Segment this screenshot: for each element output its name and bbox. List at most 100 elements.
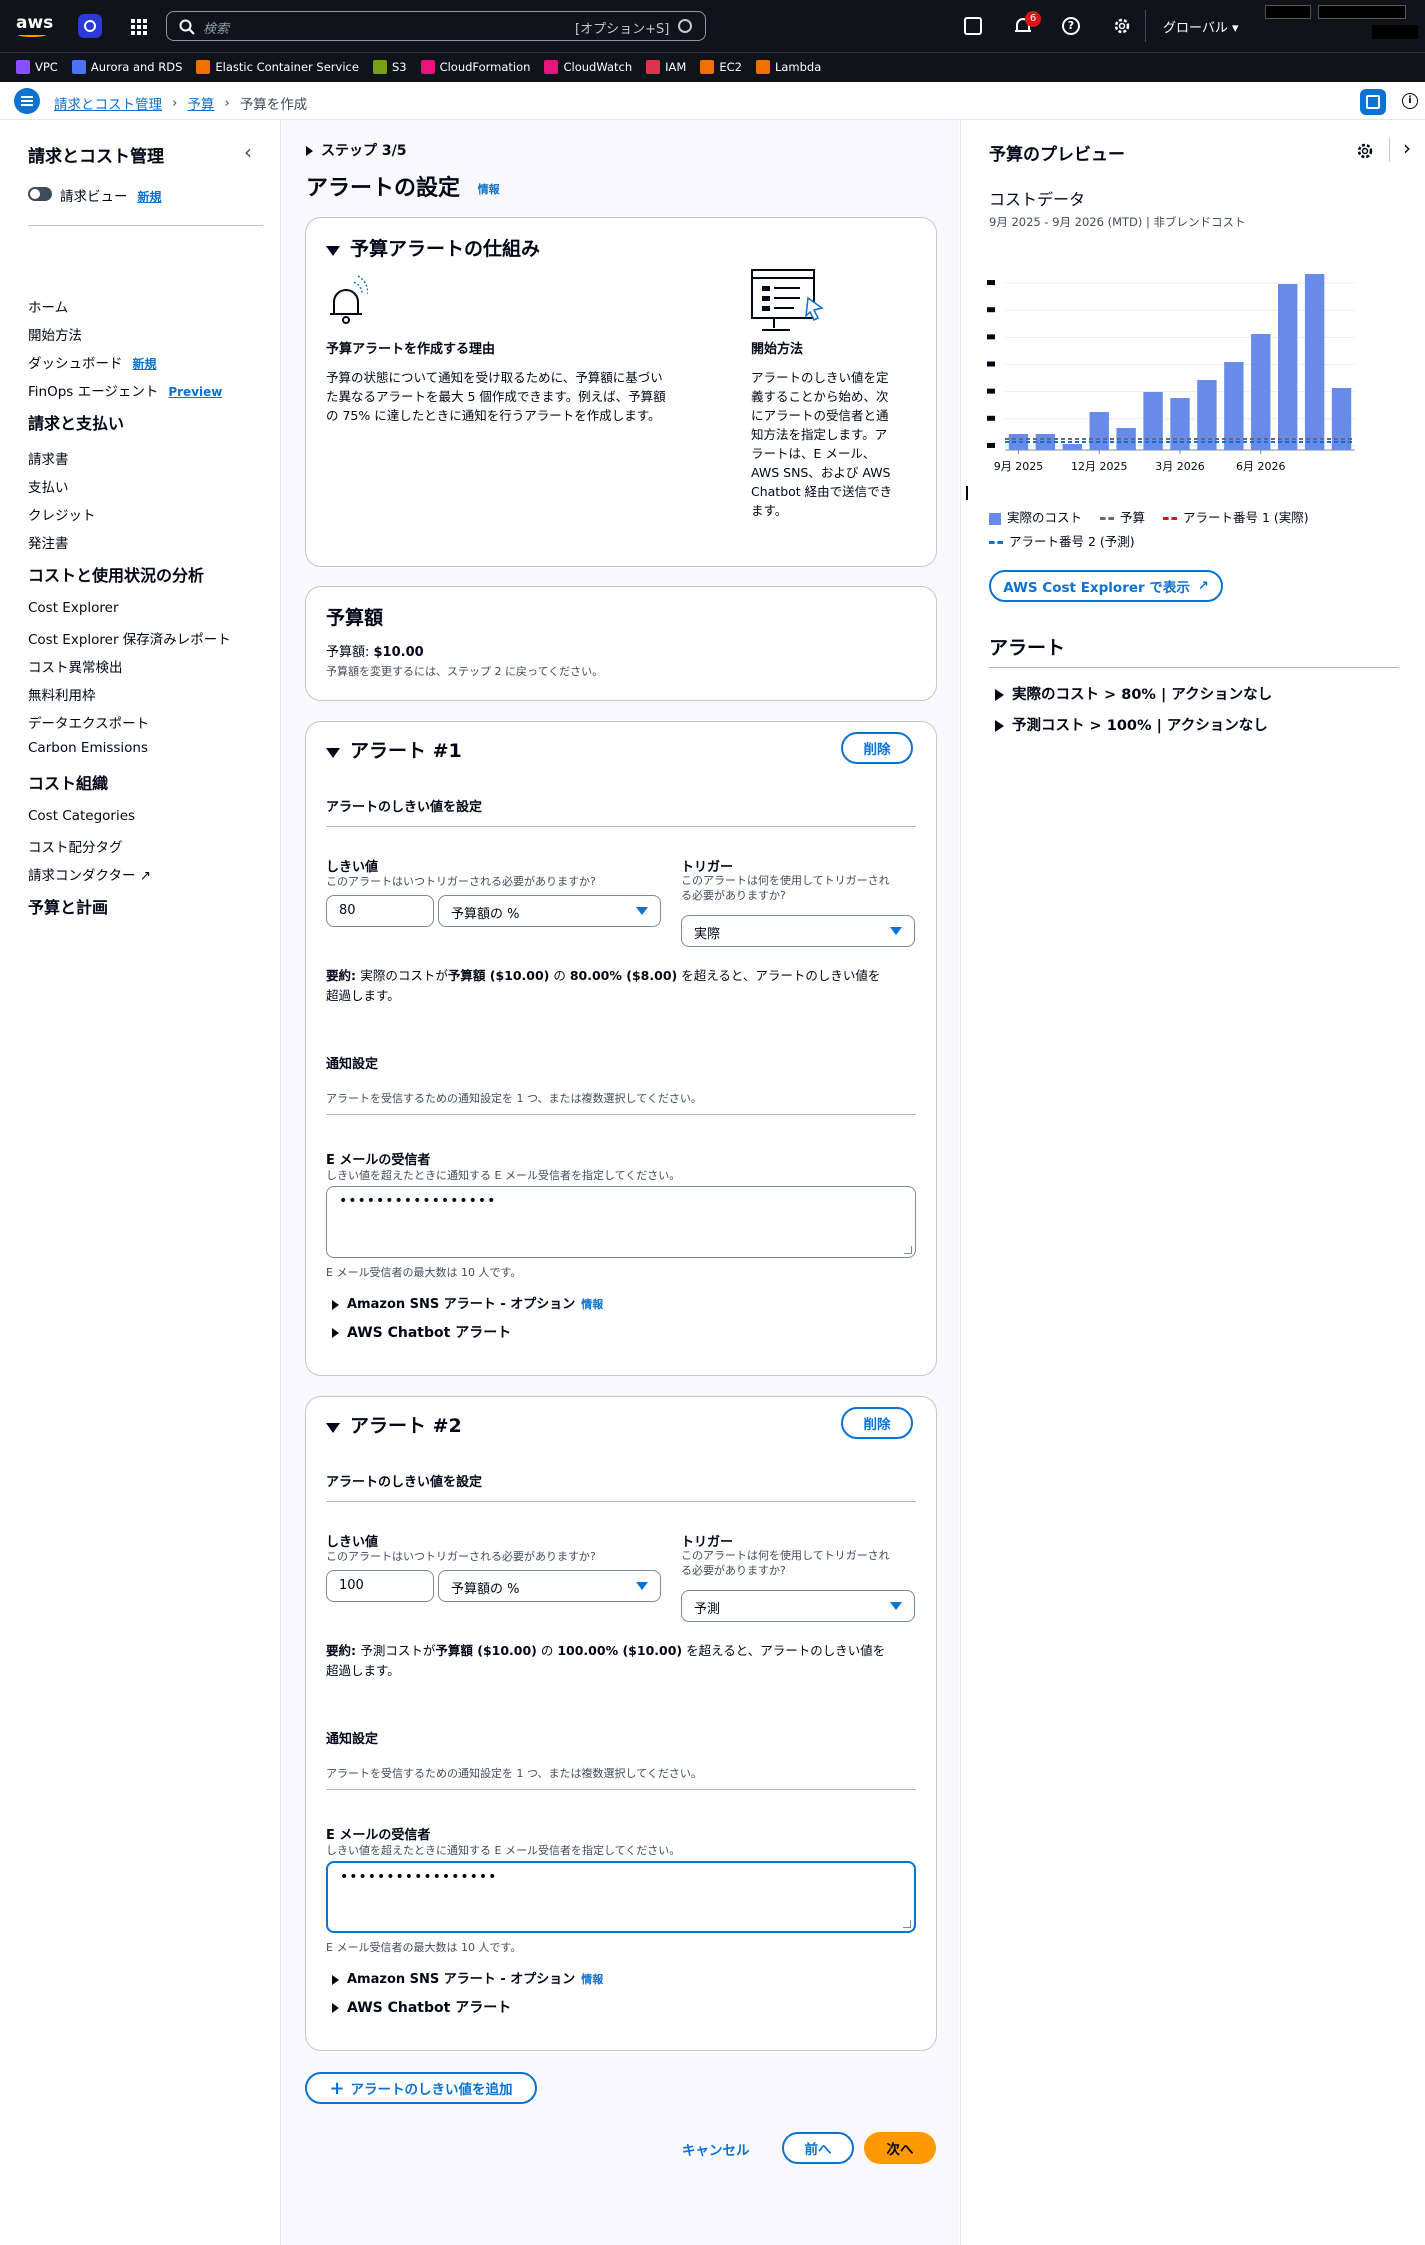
- service-label: Lambda: [774, 60, 822, 74]
- close-panel-chevron-icon[interactable]: ›: [1403, 136, 1411, 160]
- add-alert-threshold-button[interactable]: + アラートのしきい値を追加: [305, 2072, 537, 2104]
- nav-credits[interactable]: クレジット: [28, 504, 96, 524]
- nav-title[interactable]: 請求とコスト管理: [28, 142, 164, 167]
- region-selector[interactable]: グローバル ▾: [1163, 17, 1239, 36]
- delete-alert-button[interactable]: 削除: [841, 732, 913, 764]
- chatbot-alerts-expander[interactable]: AWS Chatbot アラート: [332, 1322, 511, 1342]
- nav-finops-agent[interactable]: FinOps エージェント Preview: [28, 380, 222, 400]
- favorite-service-cloudwatch[interactable]: CloudWatch: [544, 60, 632, 74]
- cancel-button[interactable]: キャンセル: [682, 2139, 750, 2159]
- nav-purchase-orders[interactable]: 発注書: [28, 532, 69, 552]
- previous-label: 前へ: [804, 2142, 832, 2158]
- aws-logo[interactable]: aws: [16, 13, 53, 33]
- text-line: AWS SNS、および AWS: [751, 465, 891, 480]
- collapse-nav-icon[interactable]: ‹: [244, 140, 252, 164]
- info-panel-icon[interactable]: i: [1402, 93, 1418, 109]
- step-indicator[interactable]: ステップ 3/5: [306, 140, 406, 160]
- favorite-service-iam[interactable]: IAM: [646, 60, 686, 74]
- nav-billing-conductor[interactable]: 請求コンダクター ↗: [28, 864, 151, 884]
- alert-header[interactable]: アラート #1: [326, 736, 462, 763]
- nav-home[interactable]: ホーム: [28, 296, 68, 316]
- split-panel-icon[interactable]: [1360, 89, 1386, 115]
- x-tick-label: 12月 2025: [1071, 460, 1128, 473]
- nav-cost-explorer-saved-reports[interactable]: Cost Explorer 保存済みレポート: [28, 628, 231, 648]
- favorite-service-elastic-container-service[interactable]: Elastic Container Service: [196, 60, 359, 74]
- nav-data-exports-label: データエクスポート: [28, 716, 150, 732]
- favorite-service-lambda[interactable]: Lambda: [755, 60, 822, 74]
- how-alerts-work-header[interactable]: 予算アラートの仕組み: [326, 234, 540, 261]
- next-button[interactable]: 次へ: [864, 2132, 936, 2164]
- threshold-unit-select[interactable]: 予算額の %: [438, 1570, 661, 1602]
- sns-info-link[interactable]: 情報: [581, 1298, 603, 1311]
- view-in-cost-explorer-button[interactable]: AWS Cost Explorer で表示 ↗: [989, 570, 1223, 602]
- legend-alert2-swatch: [989, 541, 1003, 544]
- nav-invoices[interactable]: 請求書: [28, 448, 69, 468]
- why-create-text: 予算の状態について通知を受け取るために、予算額に基づい た異なるアラートを最大 5…: [326, 368, 666, 425]
- chatbot-alerts-expander[interactable]: AWS Chatbot アラート: [332, 1997, 511, 2017]
- budget-preview-panel: 予算のプレビュー › コストデータ 9月 2025 - 9月 2026 (MTD…: [960, 120, 1425, 2245]
- search-input[interactable]: 検索 [オプション+S]: [166, 11, 706, 41]
- sns-alerts-expander[interactable]: Amazon SNS アラート - オプション 情報: [332, 1293, 603, 1312]
- info-link[interactable]: 情報: [478, 183, 500, 196]
- breadcrumb-billing[interactable]: 請求とコスト管理: [54, 93, 162, 113]
- panel-resize-handle[interactable]: [966, 486, 968, 500]
- help-icon[interactable]: ?: [1062, 17, 1080, 35]
- favorite-service-aurora-and-rds[interactable]: Aurora and RDS: [71, 60, 182, 74]
- threshold-value-input[interactable]: 80: [326, 895, 434, 927]
- email-recipients-textarea[interactable]: •••••••••••••••••: [326, 1861, 916, 1933]
- sns-info-link[interactable]: 情報: [581, 1973, 603, 1986]
- alert-header[interactable]: アラート #2: [326, 1411, 462, 1438]
- nav-carbon-emissions[interactable]: Carbon Emissions: [28, 740, 148, 756]
- preview-alert-item-1[interactable]: 実際のコスト > 80% | アクションなし: [995, 683, 1272, 704]
- delete-alert-button[interactable]: 削除: [841, 1407, 913, 1439]
- q-icon[interactable]: [78, 14, 102, 38]
- favorite-service-s3[interactable]: S3: [372, 60, 407, 74]
- trigger-select[interactable]: 実際: [681, 915, 915, 947]
- nav-data-exports[interactable]: データエクスポート: [28, 712, 149, 732]
- breadcrumb-budgets[interactable]: 予算: [187, 93, 214, 113]
- nav-cost-explorer[interactable]: Cost Explorer: [28, 600, 119, 616]
- summary-part: 超過します。: [326, 1663, 400, 1678]
- nav-cost-allocation-tags[interactable]: コスト配分タグ: [28, 836, 123, 856]
- cloudshell-icon[interactable]: [964, 17, 982, 35]
- nav-getting-started[interactable]: 開始方法: [28, 324, 82, 344]
- legend-alert2: アラート番号 2 (予測): [1009, 534, 1135, 549]
- email-recipients-textarea[interactable]: •••••••••••••••••: [326, 1186, 916, 1258]
- favorite-service-vpc[interactable]: VPC: [16, 60, 58, 74]
- billing-view-text: 請求ビュー: [60, 189, 128, 205]
- apps-grid-icon[interactable]: [130, 18, 148, 36]
- nav-dashboard[interactable]: ダッシュボード 新規: [28, 352, 157, 372]
- nav-free-tier[interactable]: 無料利用枠: [28, 684, 96, 704]
- nav-section-cost-analysis: コストと使用状況の分析: [28, 566, 205, 585]
- preview-settings-gear-icon[interactable]: [1356, 142, 1374, 160]
- clear-icon[interactable]: [678, 19, 692, 33]
- trigger-select[interactable]: 予測: [681, 1590, 915, 1622]
- budget-amount-line: 予算額: $10.00: [326, 641, 424, 660]
- billing-view-toggle[interactable]: [28, 187, 52, 201]
- sns-alerts-expander[interactable]: Amazon SNS アラート - オプション 情報: [332, 1968, 603, 1987]
- trigger-value: 実際: [694, 927, 721, 942]
- resize-handle-icon[interactable]: [904, 1246, 912, 1254]
- nav-cost-anomaly-detection[interactable]: コスト異常検出: [28, 656, 123, 676]
- alert-title: アラート #2: [350, 1415, 462, 1437]
- top-navigation: aws 検索 [オプション+S] 6 ? グローバル ▾: [0, 0, 1425, 52]
- threshold-unit-select[interactable]: 予算額の %: [438, 895, 661, 927]
- breadcrumb: 請求とコスト管理 › 予算 › 予算を作成: [54, 93, 307, 113]
- account-redacted-2[interactable]: [1318, 5, 1406, 19]
- nav-cost-categories[interactable]: Cost Categories: [28, 808, 135, 824]
- previous-button[interactable]: 前へ: [782, 2132, 854, 2164]
- menu-toggle-icon[interactable]: [14, 88, 40, 114]
- nav-payments[interactable]: 支払い: [28, 476, 69, 496]
- chevron-right-icon: ›: [224, 95, 230, 111]
- resize-handle-icon[interactable]: [903, 1920, 911, 1928]
- favorite-service-cloudformation[interactable]: CloudFormation: [420, 60, 530, 74]
- chatbot-label: AWS Chatbot アラート: [347, 1325, 512, 1341]
- legend-actual: 実際のコスト: [1007, 510, 1083, 525]
- threshold-value-input[interactable]: 100: [326, 1570, 434, 1602]
- favorite-service-ec2[interactable]: EC2: [700, 60, 742, 74]
- notification-settings-title: 通知設定: [326, 1732, 379, 1747]
- service-icon: [544, 60, 559, 74]
- chart-legend: 実際のコスト 予算 アラート番号 1 (実際) アラート番号 2 (予測): [989, 506, 1389, 554]
- preview-alert-item-2[interactable]: 予測コスト > 100% | アクションなし: [995, 714, 1268, 735]
- settings-gear-icon[interactable]: [1112, 16, 1132, 40]
